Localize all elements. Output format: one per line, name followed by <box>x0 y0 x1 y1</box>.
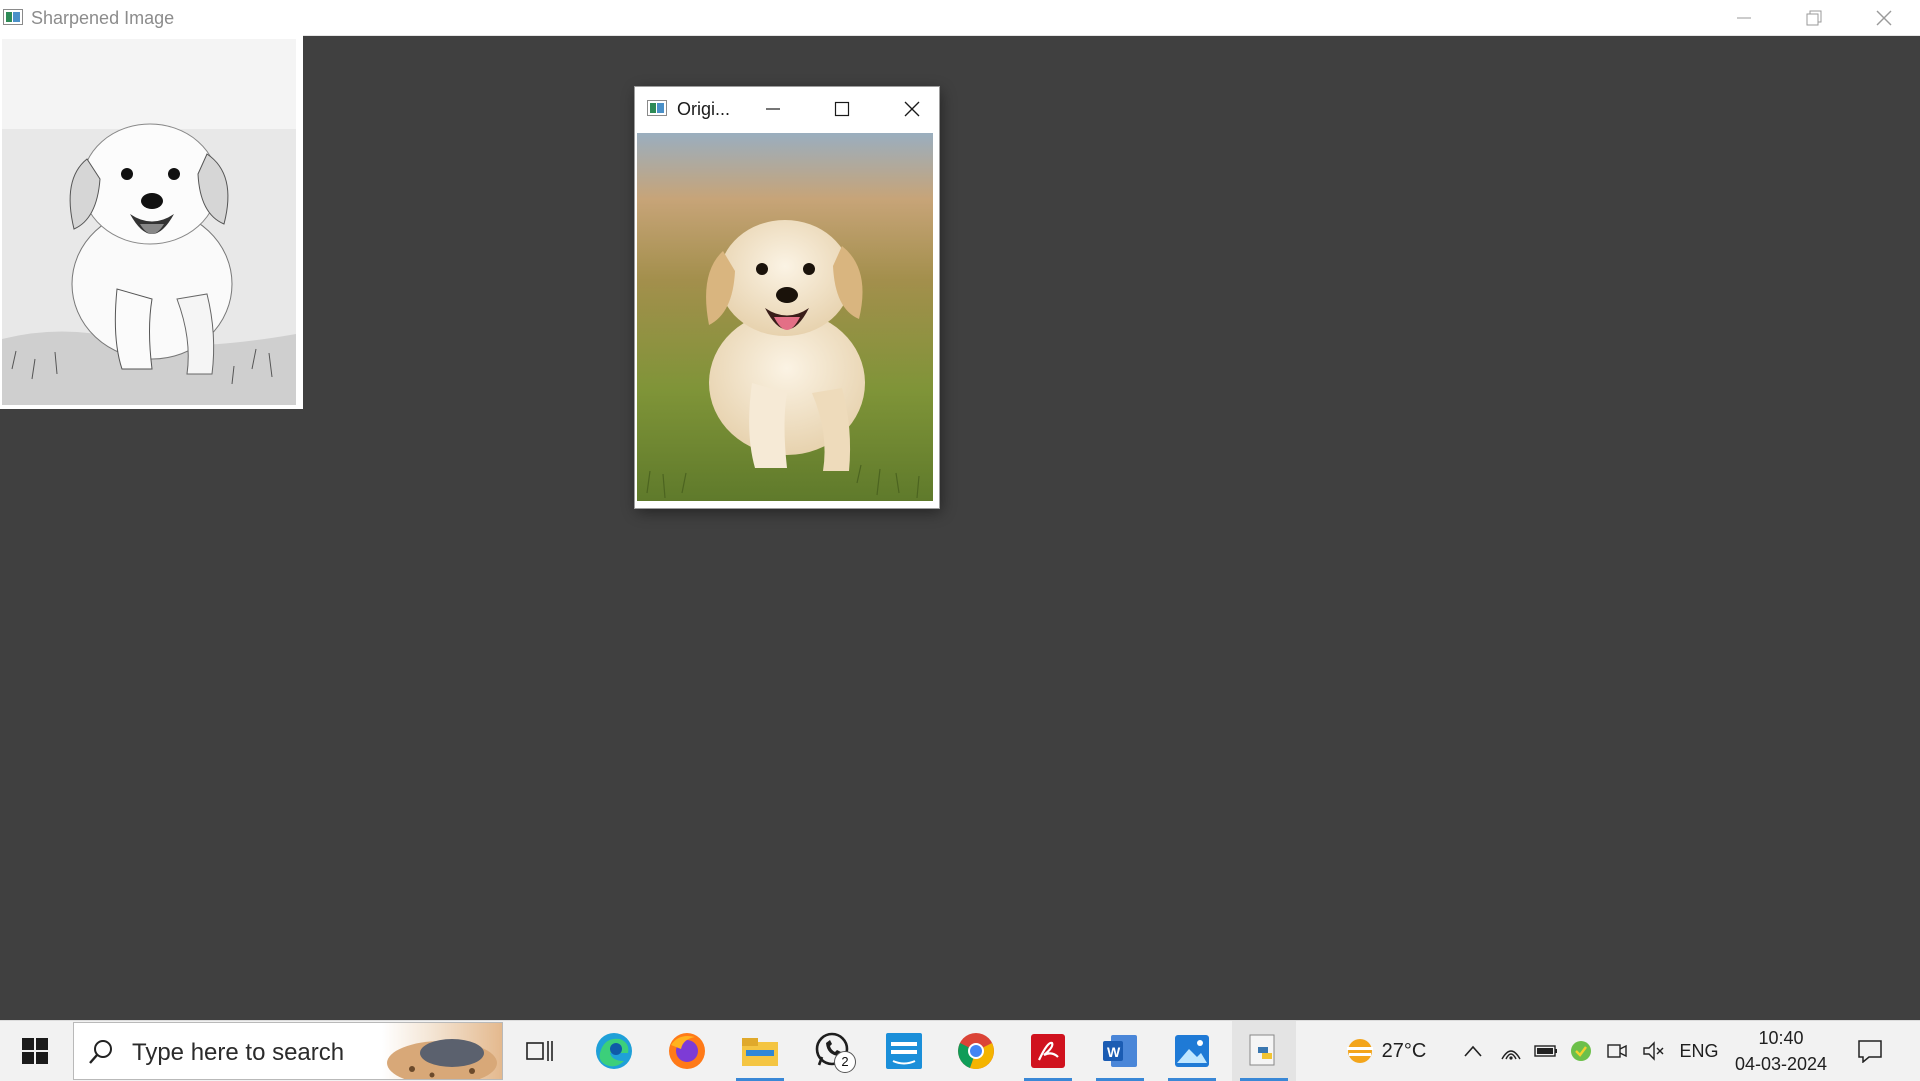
restore-button[interactable] <box>1780 0 1848 35</box>
weather-icon <box>1346 1039 1373 1063</box>
meet-now-button[interactable] <box>1604 1021 1630 1081</box>
minimize-icon <box>1737 17 1751 18</box>
taskbar-file-explorer[interactable] <box>728 1021 792 1081</box>
puppy-photo <box>637 133 933 501</box>
notification-badge: 2 <box>834 1051 856 1073</box>
minimize-button[interactable] <box>746 87 800 131</box>
notifications-button[interactable] <box>1850 1021 1890 1081</box>
taskbar-whatsapp[interactable]: 2 <box>800 1021 864 1081</box>
input-language-button[interactable]: ENG <box>1676 1021 1722 1081</box>
word-icon: W <box>1103 1035 1137 1067</box>
taskbar-word[interactable]: W <box>1088 1021 1152 1081</box>
maximize-icon <box>834 101 850 117</box>
notification-center-icon <box>1858 1040 1882 1063</box>
app-icon <box>3 9 23 25</box>
chrome-icon <box>958 1033 994 1069</box>
edge-icon <box>596 1033 632 1069</box>
search-highlight-image <box>382 1023 502 1079</box>
original-window-titlebar[interactable]: Origi... <box>635 87 939 131</box>
taskbar-task-view[interactable] <box>508 1021 572 1081</box>
taskbar-python[interactable] <box>1232 1021 1296 1081</box>
original-image-window[interactable]: Origi... <box>635 87 939 508</box>
firefox-icon <box>669 1033 705 1069</box>
svg-text:W: W <box>1107 1044 1121 1060</box>
clock-time: 10:40 <box>1758 1028 1804 1048</box>
minimize-icon <box>766 108 780 110</box>
search-placeholder: Type here to search <box>132 1039 345 1066</box>
taskbar-photos[interactable] <box>1160 1021 1224 1081</box>
security-tray-button[interactable] <box>1568 1021 1594 1081</box>
main-window-titlebar[interactable]: Sharpened Image <box>0 0 1920 36</box>
minimize-button[interactable] <box>1710 0 1778 35</box>
show-hidden-icons-button[interactable] <box>1460 1021 1486 1081</box>
start-button[interactable] <box>0 1021 70 1081</box>
close-icon <box>904 101 920 117</box>
battery-icon <box>1534 1045 1557 1057</box>
sharpened-image-frame <box>0 35 303 409</box>
original-window-title: Origi... <box>677 99 731 119</box>
folder-icon <box>742 1038 778 1066</box>
battery-button[interactable] <box>1532 1021 1560 1081</box>
wifi-icon <box>1501 1050 1521 1060</box>
shield-check-icon <box>1571 1041 1591 1061</box>
close-button[interactable] <box>885 87 939 131</box>
clock[interactable]: 10:40 04-03-2024 <box>1733 1025 1829 1077</box>
python-icon <box>1249 1034 1275 1066</box>
sharpened-image <box>2 39 296 405</box>
close-button[interactable] <box>1850 0 1918 35</box>
clock-date: 04-03-2024 <box>1734 1054 1828 1074</box>
maximize-button[interactable] <box>815 87 869 131</box>
original-image <box>637 133 933 501</box>
network-button[interactable] <box>1498 1021 1524 1081</box>
volume-muted-icon <box>1643 1041 1664 1061</box>
weather-temperature: 27°C <box>1381 1039 1427 1062</box>
close-icon <box>1876 10 1892 25</box>
prime-video-icon <box>886 1033 922 1069</box>
acrobat-icon <box>1031 1034 1065 1068</box>
photos-icon <box>1175 1035 1209 1067</box>
chevron-up-icon <box>1464 1045 1482 1057</box>
restore-icon <box>1806 10 1822 25</box>
windows-icon <box>22 1038 48 1064</box>
taskbar-firefox[interactable] <box>655 1021 719 1081</box>
search-icon <box>88 1039 114 1070</box>
sharpened-puppy-image <box>2 39 296 405</box>
language-indicator: ENG <box>1679 1040 1719 1061</box>
main-window-title: Sharpened Image <box>31 8 175 28</box>
task-view-icon <box>526 1041 553 1061</box>
taskbar-edge[interactable] <box>582 1021 646 1081</box>
taskbar-chrome[interactable] <box>944 1021 1008 1081</box>
volume-button[interactable] <box>1640 1021 1666 1081</box>
taskbar-prime-video[interactable] <box>872 1021 936 1081</box>
search-box[interactable]: Type here to search <box>73 1022 503 1080</box>
taskbar: Type here to search 2 W 27°C ENG 10:40 0… <box>0 1020 1920 1081</box>
weather-widget[interactable]: 27°C <box>1330 1021 1440 1081</box>
app-icon <box>647 100 667 116</box>
taskbar-acrobat[interactable] <box>1016 1021 1080 1081</box>
camera-icon <box>1607 1044 1627 1058</box>
